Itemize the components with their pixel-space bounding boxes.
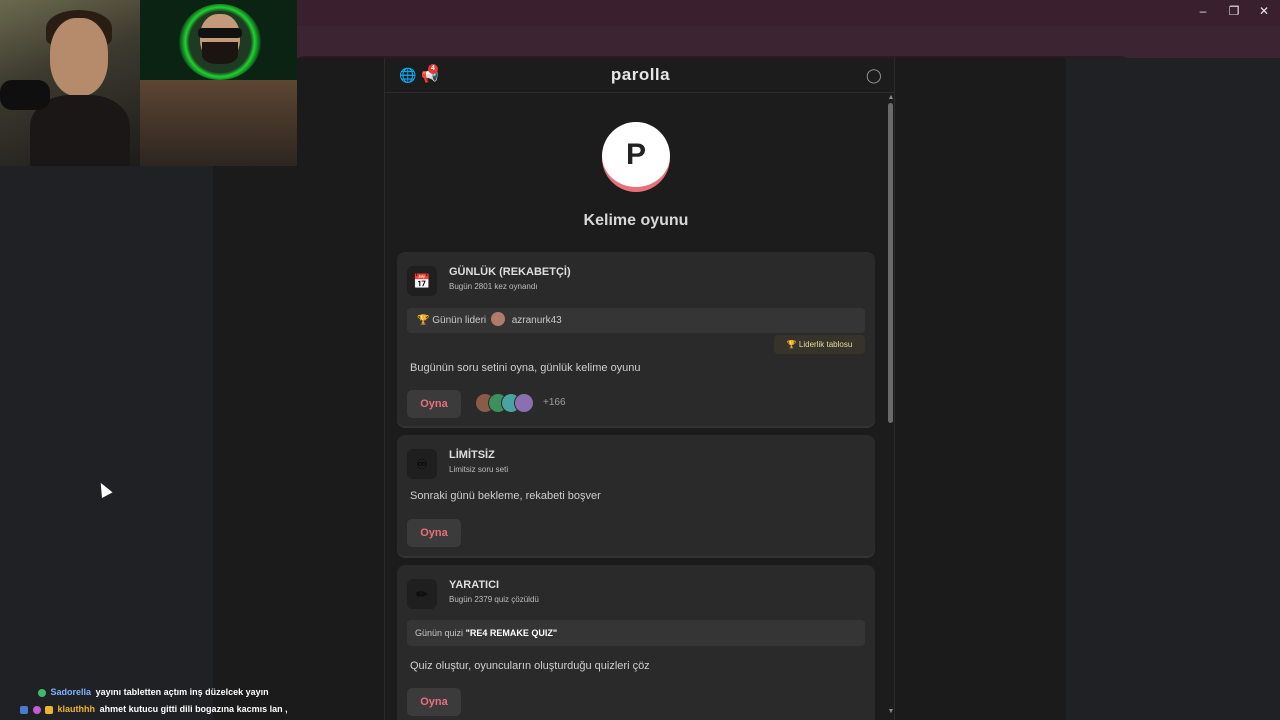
scroll-up-icon[interactable]: ▲ <box>887 94 894 101</box>
page-tagline: Kelime oyunu <box>583 212 689 229</box>
hero-logo: P <box>602 122 670 190</box>
webcam-background <box>140 80 297 166</box>
calendar-icon: 📅 <box>407 266 437 296</box>
chat-message: Sadorella yayını tabletten açtım inş düz… <box>0 684 400 701</box>
parolla-app: 🌐 📢 4 parolla ◯ ▲ ▼ P Kelime oyunu 📅 GÜN… <box>384 58 895 720</box>
game-mode-card-daily: 📅 GÜNLÜK (REKABETÇİ) Bugün 2801 kez oyna… <box>397 252 875 426</box>
chat-badge-icon <box>38 688 46 697</box>
chat-message: klauthhh ahmet kutucu gitti dili bogazın… <box>0 701 400 718</box>
chat-text: ahmet kutucu gitti dili bogazına kacmıs … <box>99 704 288 714</box>
chat-badge-icon <box>45 705 54 714</box>
card-title: LİMİTSİZ <box>449 449 495 461</box>
chat-text: yayını tabletten açtım inş düzelcek yayı… <box>95 687 269 697</box>
card-description: Sonraki günü bekleme, rekabeti boşver <box>410 490 601 502</box>
leader-avatar <box>490 312 505 327</box>
leaderboard-button[interactable]: 🏆 Liderlik tablosu <box>774 335 865 354</box>
play-creative-button[interactable]: Oyna <box>407 688 461 716</box>
quiz-label: Günün quizi <box>415 628 464 638</box>
close-icon[interactable]: ✕ <box>1254 4 1274 18</box>
card-title: GÜNLÜK (REKABETÇİ) <box>449 266 571 278</box>
chat-badge-icon <box>32 705 41 714</box>
infinity-icon: ♾ <box>407 449 437 479</box>
card-title: YARATICI <box>449 579 500 591</box>
stream-right-panel <box>1066 58 1280 720</box>
leader-label: Günün lideri <box>432 315 487 326</box>
trophy-outline-icon: 🏆 <box>417 315 430 326</box>
user-account-icon[interactable]: ◯ <box>866 67 882 84</box>
chat-badge-icon <box>20 705 28 714</box>
minimize-icon[interactable]: – <box>1193 4 1213 18</box>
microphone-icon <box>0 80 50 110</box>
more-players-count: +166 <box>543 397 566 408</box>
chat-username[interactable]: klauthhh <box>58 704 96 714</box>
chat-username[interactable]: Sadorella <box>51 687 92 697</box>
scroll-thumb[interactable] <box>888 103 893 423</box>
restore-icon[interactable]: ❐ <box>1224 4 1244 18</box>
game-mode-card-creative: ✏ YARATICI Bugün 2379 quiz çözüldü Günün… <box>397 565 875 720</box>
stream-chat: Sadorella yayını tabletten açtım inş düz… <box>0 684 400 718</box>
scroll-down-icon[interactable]: ▼ <box>887 708 894 715</box>
player-avatar <box>514 393 534 413</box>
daily-leader-bar[interactable]: 🏆 Günün lideri azranurk43 <box>407 308 865 333</box>
page-scrollbar[interactable]: ▲ ▼ <box>887 94 894 720</box>
play-unlimited-button[interactable]: Oyna <box>407 519 461 547</box>
app-header: 🌐 📢 4 parolla ◯ <box>385 58 894 93</box>
app-logo[interactable]: parolla <box>385 65 894 85</box>
trophy-icon: 🏆 <box>786 340 797 349</box>
streamer-webcam <box>0 0 140 166</box>
quiz-of-the-day-bar[interactable]: Günün quizi "RE4 REMAKE QUIZ" <box>407 620 865 646</box>
play-daily-button[interactable]: Oyna <box>407 390 461 418</box>
card-description: Bugünün soru setini oyna, günlük kelime … <box>410 362 641 374</box>
card-description: Quiz oluştur, oyuncuların oluşturduğu qu… <box>410 660 650 672</box>
streamer-avatar-overlay <box>140 0 297 80</box>
card-subtitle: Bugün 2801 kez oynandı <box>449 282 538 291</box>
game-mode-card-unlimited: ♾ LİMİTSİZ Limitsiz soru seti Sonraki gü… <box>397 435 875 556</box>
leader-name[interactable]: azranurk43 <box>512 315 562 326</box>
card-subtitle: Limitsiz soru seti <box>449 465 509 474</box>
card-subtitle: Bugün 2379 quiz çözüldü <box>449 595 539 604</box>
quiz-name[interactable]: "RE4 REMAKE QUIZ" <box>466 628 558 638</box>
pencil-icon: ✏ <box>407 579 437 609</box>
